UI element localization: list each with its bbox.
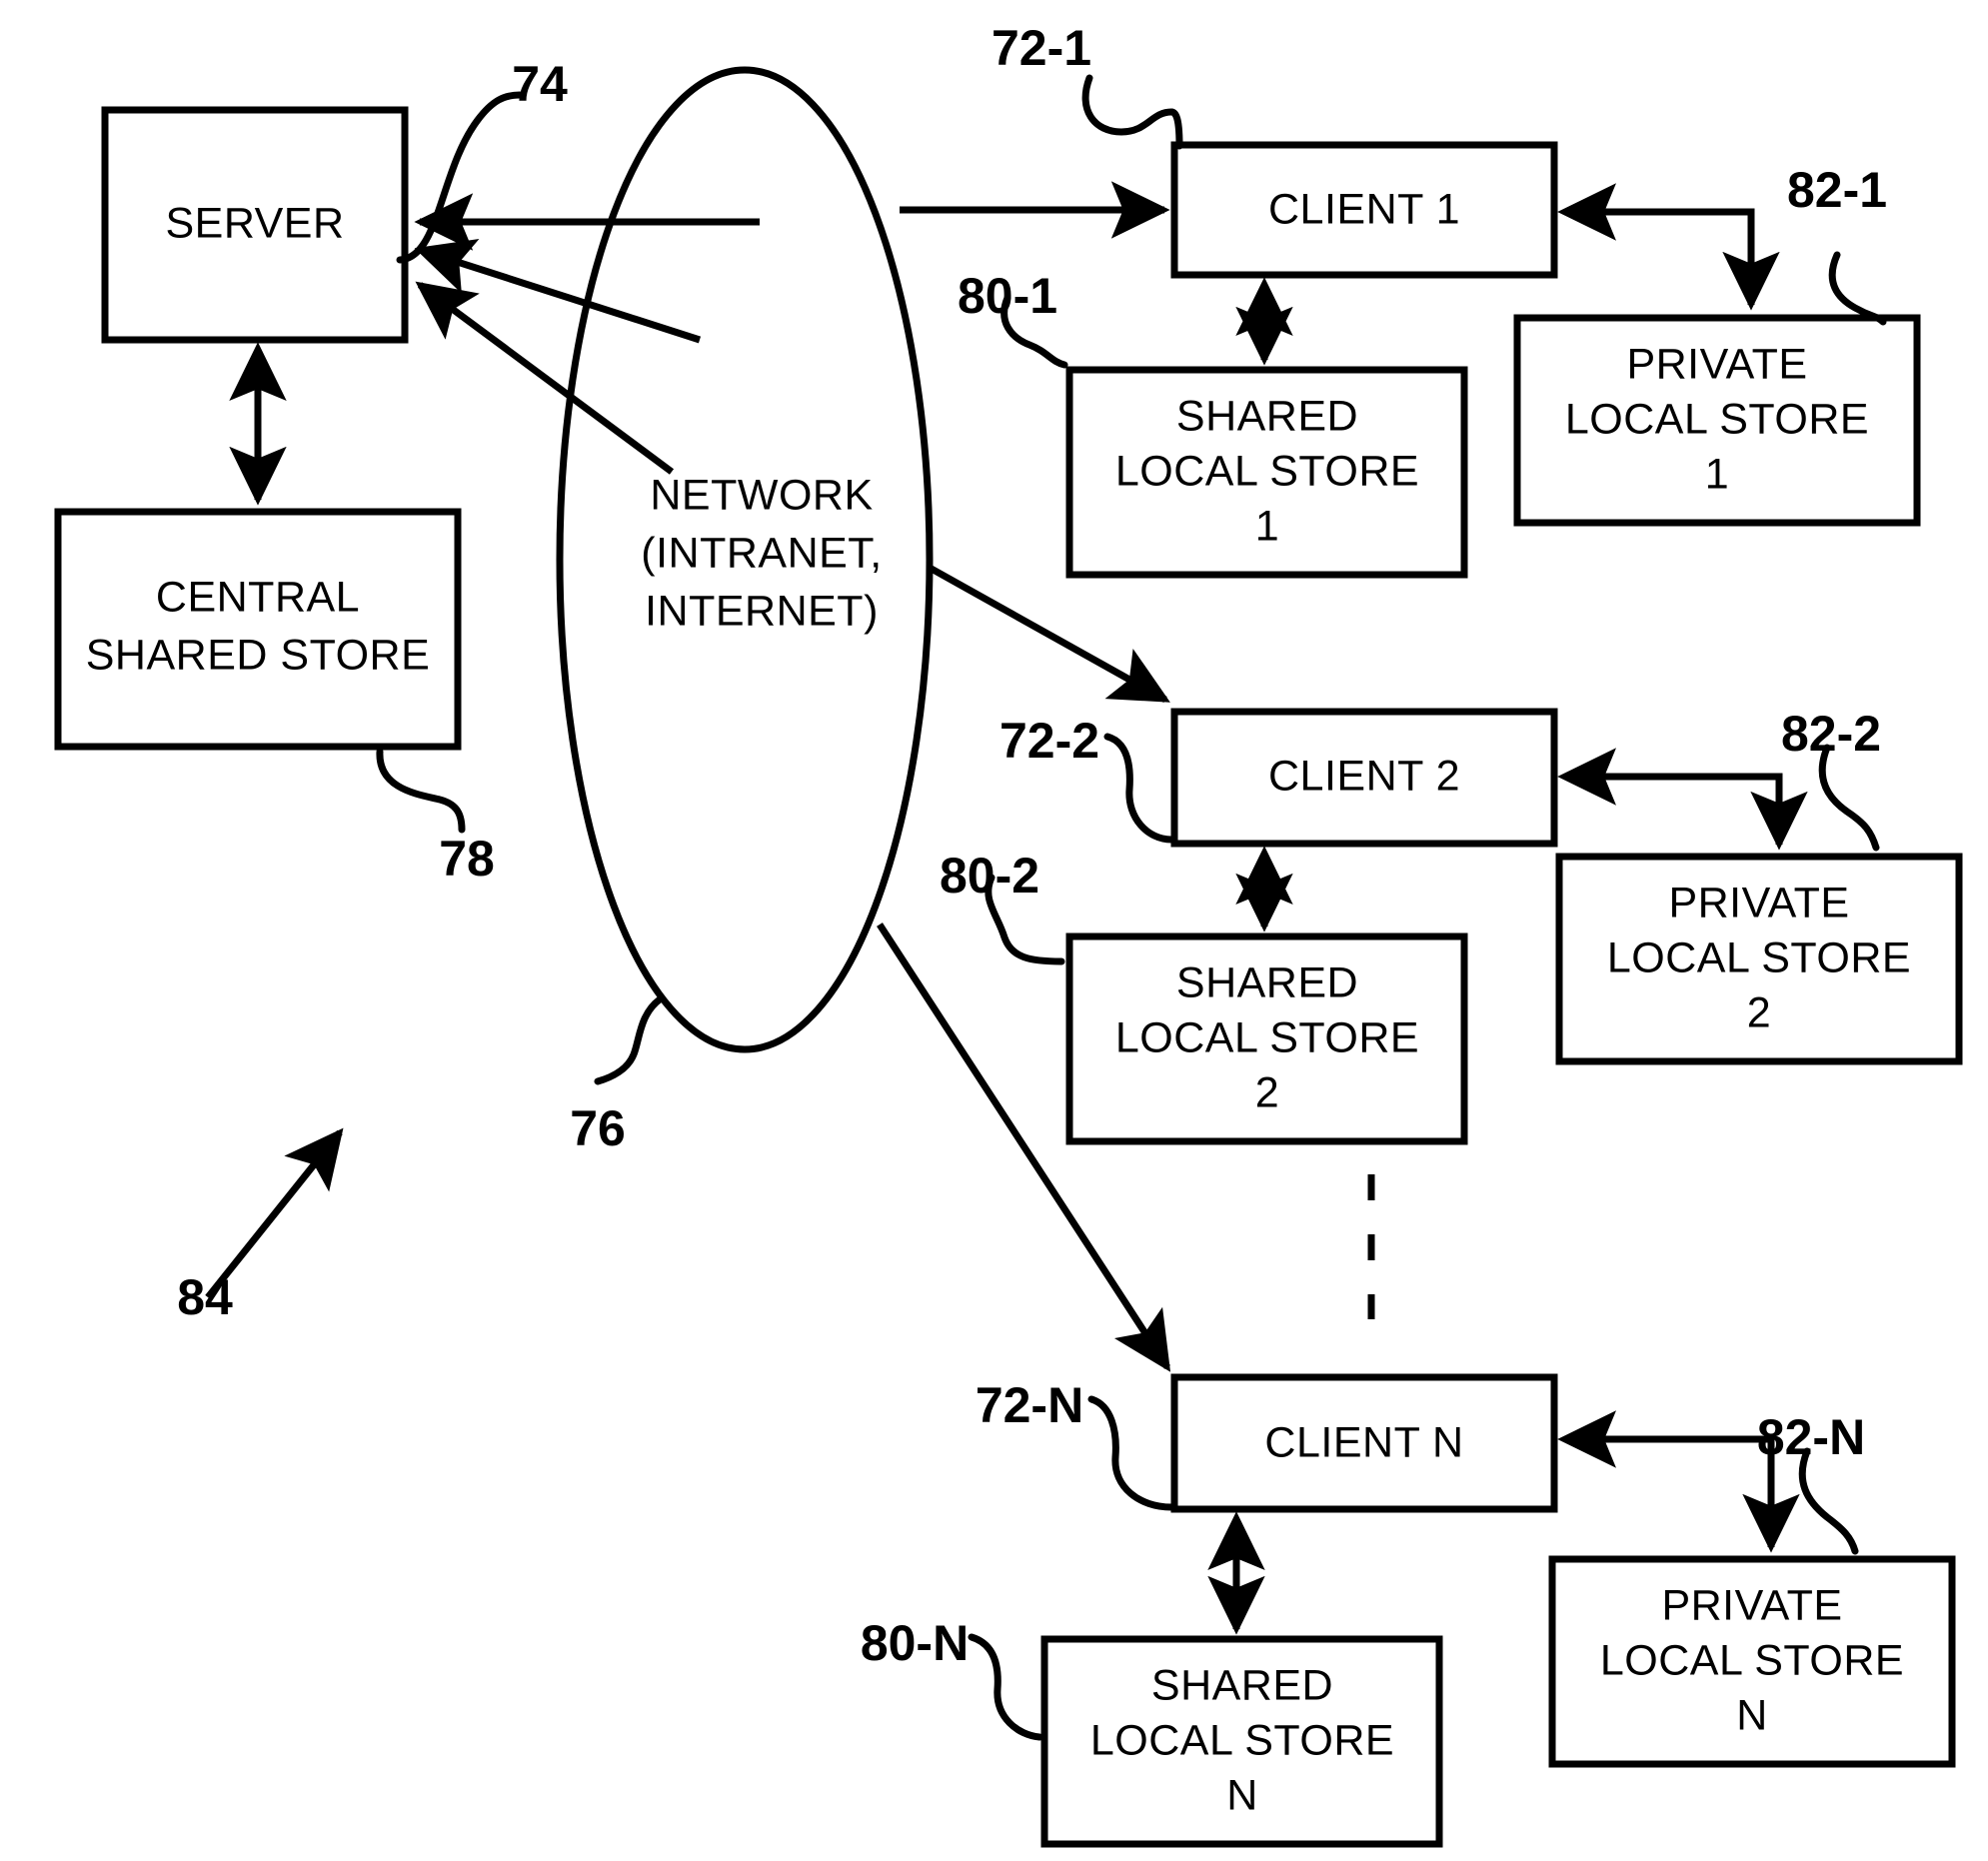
ref-label-80-1: 80-1 — [958, 268, 1057, 324]
central-shared-store-line1: CENTRAL — [156, 573, 360, 621]
leader-74 — [396, 91, 524, 264]
shared-local-store-2-line2: LOCAL STORE — [1115, 1013, 1419, 1061]
leader-82-1 — [1828, 251, 1887, 326]
shared-local-store-n-line2: LOCAL STORE — [1090, 1716, 1394, 1764]
ref-label-82-1: 82-1 — [1787, 162, 1887, 218]
private-local-store-n-line2: LOCAL STORE — [1600, 1636, 1904, 1684]
ref-label-78: 78 — [439, 831, 495, 887]
connector-network-to-client-2 — [928, 564, 1170, 704]
shared-local-store-1-line1: SHARED — [1176, 392, 1358, 440]
private-local-store-1-line1: PRIVATE — [1626, 340, 1807, 388]
ref-label-80-N: 80-N — [861, 1615, 969, 1671]
ref-label-72-2: 72-2 — [999, 713, 1099, 769]
ref-label-76: 76 — [570, 1100, 626, 1156]
shared-local-store-n-line1: SHARED — [1151, 1661, 1333, 1709]
private-local-store-n-line3: N — [1736, 1691, 1768, 1739]
leader-82-N — [1798, 1447, 1859, 1555]
private-local-store-n-line1: PRIVATE — [1661, 1581, 1842, 1629]
client-n-label: CLIENT N — [1264, 1418, 1463, 1466]
connector-client-1-private-local-store-1 — [1557, 183, 1780, 311]
private-local-store-2-line2: LOCAL STORE — [1607, 933, 1911, 981]
network-line3: INTERNET) — [645, 587, 879, 635]
ref-label-72-1: 72-1 — [992, 20, 1091, 76]
shared-local-store-1-line2: LOCAL STORE — [1115, 447, 1419, 495]
leader-78 — [376, 748, 466, 834]
leader-72-1 — [1081, 74, 1183, 150]
private-local-store-1-line2: LOCAL STORE — [1565, 395, 1869, 443]
private-local-store-2-line3: 2 — [1747, 988, 1771, 1036]
network-line2: (INTRANET, — [641, 529, 883, 577]
block-diagram: SERVER CENTRAL SHARED STORE NETWORK (INT… — [54, 20, 1963, 1848]
connector-client-2-private-local-store-2 — [1557, 748, 1808, 851]
ref-label-82-2: 82-2 — [1781, 706, 1881, 762]
ref-label-82-N: 82-N — [1757, 1409, 1865, 1465]
shared-local-store-2-line3: 2 — [1255, 1068, 1279, 1116]
ref-label-74: 74 — [512, 56, 568, 112]
figure-canvas: SERVER CENTRAL SHARED STORE NETWORK (INT… — [0, 0, 1988, 1861]
central-shared-store-line2: SHARED STORE — [86, 631, 431, 679]
client-2-label: CLIENT 2 — [1268, 752, 1460, 800]
client-1-label: CLIENT 1 — [1268, 185, 1460, 233]
leader-82-2 — [1818, 744, 1880, 852]
leader-76 — [594, 995, 664, 1085]
central-shared-store-box[interactable] — [54, 508, 462, 751]
connector-client-n-private-local-store-n — [1557, 1410, 1800, 1553]
private-local-store-2-line1: PRIVATE — [1668, 879, 1849, 927]
network-line1: NETWORK — [650, 471, 873, 519]
shared-local-store-n-line3: N — [1226, 1771, 1258, 1819]
leader-80-N — [968, 1633, 1043, 1741]
ref-label-72-N: 72-N — [976, 1377, 1083, 1433]
server-label: SERVER — [165, 199, 344, 247]
private-local-store-1-line3: 1 — [1705, 450, 1729, 498]
ref-label-80-2: 80-2 — [940, 848, 1039, 904]
shared-local-store-2-line1: SHARED — [1176, 958, 1358, 1006]
ref-label-84: 84 — [177, 1269, 233, 1325]
shared-local-store-1-line3: 1 — [1255, 502, 1279, 550]
leader-72-N — [1087, 1395, 1175, 1511]
leader-72-2 — [1103, 733, 1175, 844]
